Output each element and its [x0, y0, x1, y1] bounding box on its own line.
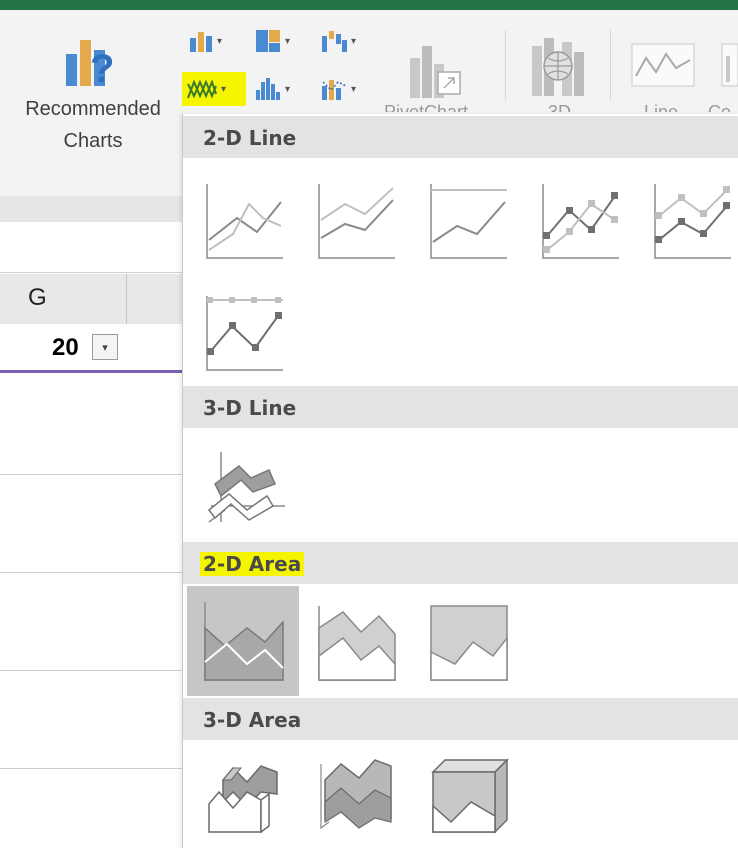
3d-line-chart-icon — [207, 452, 285, 523]
chevron-down-icon: ▾ — [285, 83, 291, 95]
3d-stacked-area-chart-icon — [320, 759, 392, 830]
stacked-line-chart-icon — [318, 184, 395, 259]
stacked-area-chart-icon — [318, 606, 396, 681]
stacked-line-with-markers-chart-option[interactable] — [639, 168, 738, 274]
chevron-down-icon: ▾ — [102, 341, 108, 354]
stacked-line-chart-option[interactable] — [303, 168, 409, 274]
excel-window: ? Recommended Charts ▾ ▾ ▾ ▾ ▾ ▾ PivotCh… — [0, 0, 738, 848]
formula-bar[interactable] — [0, 222, 182, 273]
chevron-down-icon: ▾ — [217, 35, 223, 47]
histogram-icon — [256, 78, 280, 100]
column-chart-icon — [190, 32, 212, 52]
row-gridline — [0, 572, 182, 573]
recommended-charts-button[interactable]: ? Recommended Charts — [10, 24, 176, 164]
chevron-down-icon: ▾ — [351, 35, 357, 47]
ribbon-separator — [505, 30, 506, 100]
3d-stacked-area-chart-option[interactable] — [303, 742, 409, 848]
stacked-area-chart-option[interactable] — [303, 590, 409, 696]
recommended-label-line2: Charts — [63, 130, 123, 152]
section-title: 3-D Area — [203, 708, 302, 732]
section-title: 3-D Line — [203, 396, 297, 420]
section-header-2d-line: 2-D Line — [183, 116, 738, 158]
100-stacked-line-with-markers-chart-option[interactable] — [191, 280, 297, 386]
recommended-charts-icon: ? — [66, 40, 114, 88]
3d-line-chart-option[interactable] — [191, 436, 297, 542]
ribbon-separator — [610, 30, 611, 100]
column-separator — [126, 274, 127, 324]
100-stacked-area-chart-icon — [430, 605, 508, 681]
row-gridline — [0, 670, 182, 671]
waterfall-chart-icon — [322, 31, 347, 52]
hierarchy-chart-button[interactable]: ▾ — [254, 24, 290, 58]
column-chart-button[interactable]: ▾ — [188, 24, 222, 58]
section-header-3d-line: 3-D Line — [183, 386, 738, 428]
column-header-row: G — [0, 274, 182, 325]
3d-100-stacked-area-chart-icon — [431, 758, 509, 834]
combo-chart-icon — [322, 80, 347, 100]
hierarchy-chart-icon — [256, 30, 280, 52]
line-chart-icon — [206, 184, 283, 259]
section-header-3d-area: 3-D Area — [183, 698, 738, 740]
3d-area-chart-icon — [208, 765, 278, 834]
column-header-g[interactable]: G — [28, 284, 47, 312]
line-chart-option[interactable] — [191, 168, 297, 274]
100-stacked-line-chart-option[interactable] — [415, 168, 521, 274]
filter-dropdown-button[interactable]: ▾ — [92, 334, 118, 360]
chevron-down-icon: ▾ — [285, 35, 291, 47]
sparkline-line-icon — [631, 43, 695, 87]
100-stacked-area-chart-option[interactable] — [415, 590, 521, 696]
svg-text:?: ? — [90, 47, 114, 88]
pivotchart-icon — [410, 46, 461, 98]
recommended-label-line1: Recommended — [25, 98, 161, 120]
header-cell-row: 20 ▾ — [0, 324, 182, 373]
section-title: 2-D Line — [203, 126, 297, 150]
combo-chart-button[interactable]: ▾ — [320, 72, 356, 106]
100-stacked-line-chart-icon — [430, 184, 507, 259]
section-header-2d-area: 2-D Area — [183, 542, 738, 584]
cell-value[interactable]: 20 — [52, 334, 79, 362]
sparkline-column-icon — [721, 43, 738, 87]
title-bar-accent — [0, 0, 738, 10]
line-chart-icon — [187, 79, 217, 99]
waterfall-chart-button[interactable]: ▾ — [320, 24, 356, 58]
ribbon-bottom-edge — [0, 196, 182, 223]
row-gridline — [0, 768, 182, 769]
100-stacked-line-with-markers-chart-icon — [206, 296, 283, 371]
row-gridline — [0, 474, 182, 475]
statistic-chart-button[interactable]: ▾ — [254, 72, 290, 106]
area-chart-option[interactable] — [187, 586, 299, 696]
3d-map-icon — [532, 38, 584, 96]
area-chart-icon — [204, 602, 284, 681]
line-with-markers-chart-icon — [542, 184, 619, 259]
chevron-down-icon: ▾ — [221, 83, 227, 95]
3d-100-stacked-area-chart-option[interactable] — [415, 742, 521, 848]
line-area-chart-button[interactable]: ▾ — [186, 72, 226, 106]
stacked-line-with-markers-chart-icon — [654, 184, 731, 259]
chevron-down-icon: ▾ — [351, 83, 357, 95]
3d-area-chart-option[interactable] — [191, 742, 297, 848]
line-area-chart-menu: 2-D Line 3-D Line 2-D Area 3-D Area — [182, 114, 738, 848]
line-with-markers-chart-option[interactable] — [527, 168, 633, 274]
section-title-highlighted: 2-D Area — [200, 552, 305, 576]
